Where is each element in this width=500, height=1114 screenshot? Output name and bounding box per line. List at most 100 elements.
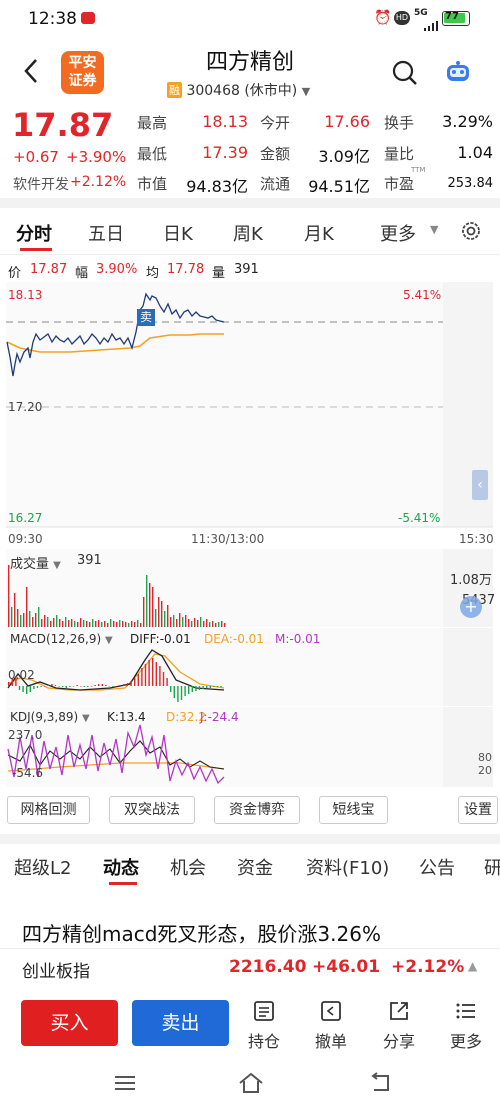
vol-label: 量 <box>212 266 226 281</box>
volume-bar <box>8 565 10 627</box>
double-breakout-button[interactable]: 双突战法 <box>109 796 195 824</box>
stat-label: 今开 <box>260 114 291 132</box>
news-headline[interactable]: 四方精创macd死叉形态，股价涨3.26% <box>22 918 381 947</box>
volume-bar <box>50 621 52 627</box>
chevron-down-icon[interactable]: ▼ <box>430 223 438 236</box>
index-ticker[interactable]: 创业板指 2216.40 +46.01 +2.12% ▲ <box>0 948 500 988</box>
sell-marker[interactable]: 卖 <box>137 309 155 326</box>
cancel-order-label: 撤单 <box>314 1032 347 1051</box>
kdj-right-top: 80 <box>478 751 492 764</box>
macd-bar <box>144 664 147 686</box>
kdj-label[interactable]: KDJ(9,3,89) ▼ <box>10 710 90 724</box>
buy-button[interactable]: 买入 <box>21 1000 118 1046</box>
avg-label: 均 <box>146 266 160 281</box>
add-indicator-icon[interactable]: + <box>460 596 482 618</box>
sell-button[interactable]: 卖出 <box>132 1000 229 1046</box>
alarm-icon: ⏰ <box>374 10 392 26</box>
macd-label[interactable]: MACD(12,26,9) ▼ <box>10 632 113 646</box>
stat-value: 253.84 <box>447 176 494 191</box>
hd-icon: HD <box>394 11 410 25</box>
kdj-j: J:-24.4 <box>200 710 239 724</box>
macd-bar <box>184 686 186 696</box>
macd-bar <box>58 686 60 687</box>
nav-home-icon[interactable] <box>238 1072 264 1098</box>
kdj-panel[interactable]: KDJ(9,3,89) ▼ K:13.4 D:32.2 J:-24.4 237.… <box>0 707 500 787</box>
tab-announcement[interactable]: 公告 <box>419 854 455 880</box>
volume-bar <box>131 621 133 627</box>
volume-bar <box>224 623 226 627</box>
stock-code-line[interactable]: 融 300468 (休市中) ▼ <box>167 80 310 100</box>
tab-intraday[interactable]: 分时 <box>16 220 52 246</box>
tab-dynamics[interactable]: 动态 <box>103 854 139 880</box>
tab-f10[interactable]: 资料(F10) <box>306 854 389 880</box>
volume-chart <box>6 549 493 627</box>
index-name: 创业板指 <box>22 962 90 982</box>
macd-bar <box>47 685 49 686</box>
stock-header: 平安 证券 四方精创 融 300468 (休市中) ▼ <box>0 38 500 106</box>
holdings-button[interactable]: 持仓 <box>246 1000 282 1052</box>
intraday-chart[interactable]: 18.13 17.20 16.27 5.41% -5.41% 卖 ‹ <box>0 282 500 532</box>
gear-icon[interactable] <box>460 220 482 247</box>
grid-backtest-button[interactable]: 网格回测 <box>7 796 90 824</box>
stat-label: 最低 <box>137 145 168 163</box>
volume-bar <box>158 597 160 627</box>
assistant-robot-icon[interactable] <box>444 60 472 84</box>
volume-bar <box>74 621 76 627</box>
volume-panel[interactable]: 成交量 ▼ 391 1.08万 5437 + <box>0 549 500 627</box>
tab-opportunity[interactable]: 机会 <box>170 854 206 880</box>
nav-menu-icon[interactable] <box>114 1074 136 1096</box>
macd-bar <box>166 678 168 686</box>
volume-bar <box>149 583 151 627</box>
volume-bar <box>101 622 103 627</box>
volume-bar <box>44 615 46 627</box>
share-button[interactable]: 分享 <box>381 1000 417 1052</box>
kdj-k: K:13.4 <box>107 710 146 724</box>
macd-bar <box>155 662 157 686</box>
volume-label[interactable]: 成交量 ▼ <box>10 553 61 572</box>
macd-bar <box>191 686 193 692</box>
tab-funds[interactable]: 资金 <box>237 854 273 880</box>
fund-game-button[interactable]: 资金博弈 <box>214 796 300 824</box>
tab-weekly-k[interactable]: 周K <box>233 220 263 246</box>
expand-up-icon[interactable]: ▲ <box>468 959 477 973</box>
battery-icon: 77 <box>442 11 470 26</box>
search-icon[interactable] <box>392 60 418 90</box>
avg-value: 17.78 <box>167 262 205 277</box>
tab-daily-k[interactable]: 日K <box>163 220 193 246</box>
more-button[interactable]: 更多 <box>448 1000 484 1052</box>
short-term-button[interactable]: 短线宝 <box>319 796 388 824</box>
volume-bar <box>77 622 79 627</box>
tab-super-l2[interactable]: 超级L2 <box>14 854 71 880</box>
nav-back-icon[interactable] <box>368 1072 394 1098</box>
volume-bar <box>125 622 127 627</box>
macd-panel[interactable]: MACD(12,26,9) ▼ DIFF:-0.01 DEA:-0.01 M:-… <box>0 628 500 706</box>
index-value: 2216.40 <box>229 957 307 977</box>
macd-bar <box>98 684 100 686</box>
cancel-order-button[interactable]: 撤单 <box>313 1000 349 1052</box>
volume-bar <box>215 623 217 627</box>
volume-bar <box>71 619 73 627</box>
volume-bar <box>89 622 91 627</box>
stat-value: 17.66 <box>324 112 370 131</box>
stat-value: 3.29% <box>442 112 493 131</box>
volume-bar <box>35 613 37 627</box>
time-start: 09:30 <box>8 532 43 546</box>
tab-more[interactable]: 更多 <box>380 220 416 246</box>
macd-bar <box>213 686 215 687</box>
volume-bar <box>17 609 19 627</box>
volume-bar <box>176 619 178 627</box>
stat-label: 市值 <box>137 175 168 193</box>
volume-bar <box>170 617 172 627</box>
sector-name[interactable]: 软件开发 <box>13 174 69 194</box>
volume-bar <box>62 621 64 627</box>
macd-bar <box>123 684 125 686</box>
tab-five-day[interactable]: 五日 <box>88 220 124 246</box>
tab-research[interactable]: 研 <box>484 854 500 880</box>
macd-bar <box>105 685 107 686</box>
stat-value: 18.13 <box>202 112 248 131</box>
expand-panel-icon[interactable]: ‹ <box>472 470 488 500</box>
settings-button[interactable]: 设置 <box>458 796 498 824</box>
kdj-right-bottom: 20 <box>478 764 492 777</box>
volume-bar <box>188 619 190 627</box>
tab-monthly-k[interactable]: 月K <box>304 220 334 246</box>
